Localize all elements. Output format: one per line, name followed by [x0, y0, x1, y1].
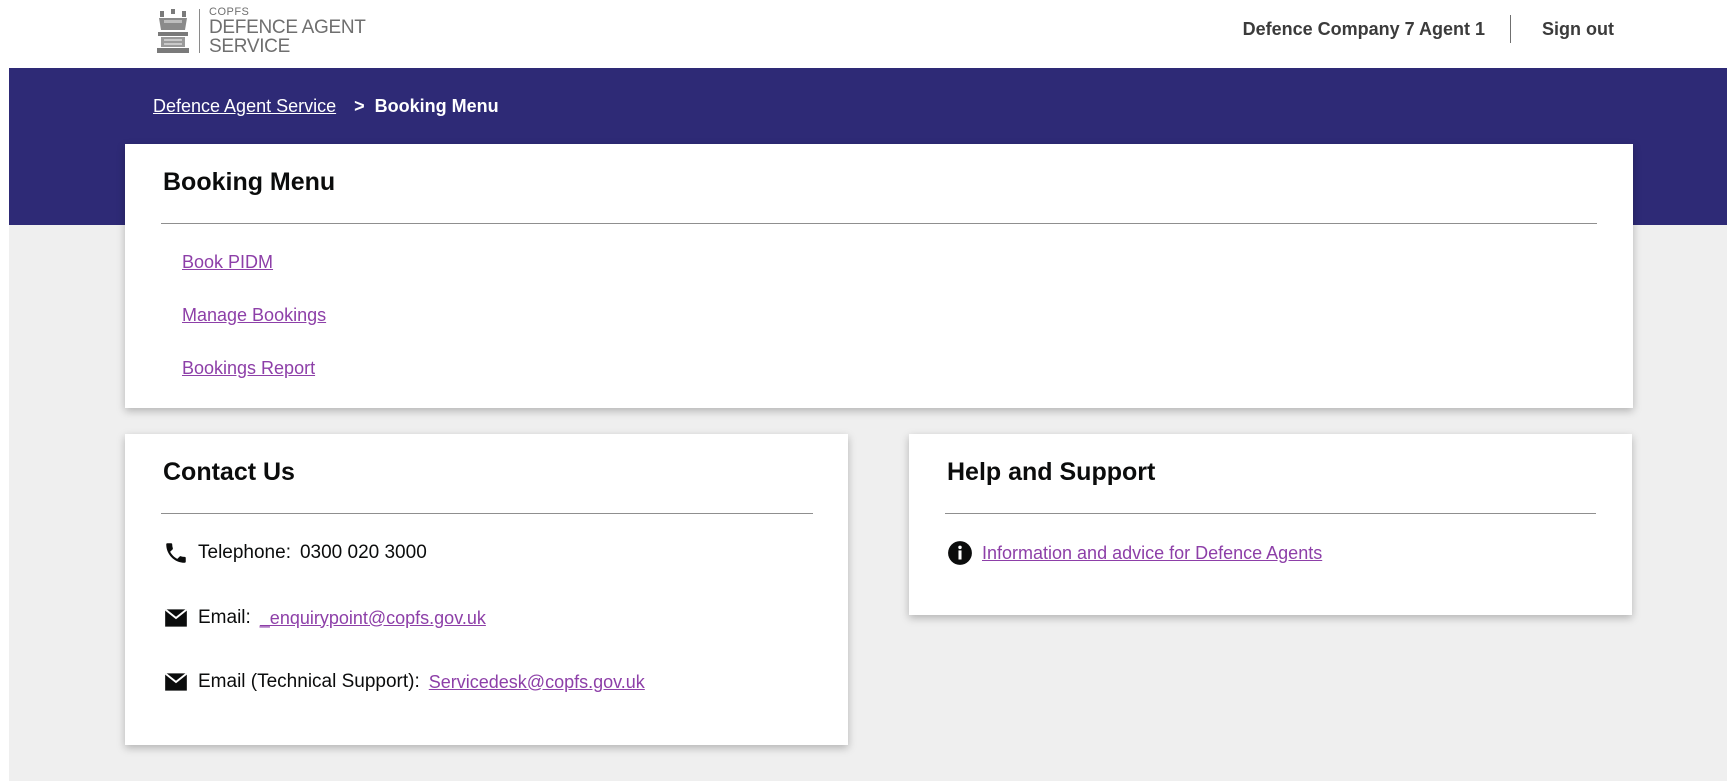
breadcrumb-separator: >	[354, 96, 365, 116]
logo-line-3: SERVICE	[209, 35, 290, 57]
telephone-value: 0300 020 3000	[299, 542, 427, 563]
breadcrumb: Defence Agent Service > Booking Menu	[153, 96, 499, 117]
logo-line-1: COPFS	[209, 5, 250, 18]
breadcrumb-current: Booking Menu	[374, 96, 499, 116]
defence-agents-info-link[interactable]: Information and advice for Defence Agent…	[982, 543, 1322, 564]
sign-out-link[interactable]: Sign out	[1511, 19, 1727, 40]
crest-icon	[157, 9, 189, 53]
info-icon	[948, 541, 972, 565]
phone-icon	[166, 543, 186, 563]
envelope-icon	[164, 608, 188, 627]
help-support-divider	[945, 513, 1596, 514]
contact-email: Email: _enquirypoint@copfs.gov.uk	[162, 605, 486, 631]
logo-text: COPFS DEFENCE AGENT SERVICE	[209, 5, 366, 57]
user-area: Defence Company 7 Agent 1 Sign out	[1243, 14, 1727, 44]
email-label: Email:	[198, 607, 251, 628]
manage-bookings-link[interactable]: Manage Bookings	[182, 305, 326, 326]
booking-menu-card: Booking Menu Book PIDM Manage Bookings B…	[125, 144, 1633, 408]
booking-menu-title: Booking Menu	[163, 168, 336, 196]
booking-menu-divider	[161, 223, 1597, 224]
contact-tech-email: Email (Technical Support): Servicedesk@c…	[162, 669, 645, 695]
book-pidm-link[interactable]: Book PIDM	[182, 252, 273, 273]
bookings-report-link[interactable]: Bookings Report	[182, 358, 315, 379]
telephone-label: Telephone:	[198, 542, 291, 563]
site-logo[interactable]: COPFS DEFENCE AGENT SERVICE	[155, 6, 366, 56]
help-support-card: Help and Support Information and advice …	[909, 434, 1632, 615]
email-link[interactable]: _enquirypoint@copfs.gov.uk	[260, 608, 486, 629]
logo-divider	[199, 9, 200, 53]
tech-email-label: Email (Technical Support):	[198, 671, 420, 692]
contact-us-card: Contact Us Telephone: 0300 020 3000 Emai…	[125, 434, 848, 745]
contact-telephone: Telephone: 0300 020 3000	[162, 540, 427, 566]
user-name: Defence Company 7 Agent 1	[1242, 18, 1486, 39]
tech-email-link[interactable]: Servicedesk@copfs.gov.uk	[429, 672, 645, 693]
contact-us-title: Contact Us	[163, 458, 295, 486]
logo-line-2: DEFENCE AGENT	[209, 16, 366, 38]
help-support-title: Help and Support	[947, 458, 1156, 486]
help-info-row: Information and advice for Defence Agent…	[946, 540, 1322, 566]
contact-us-divider	[161, 513, 813, 514]
breadcrumb-home-link[interactable]: Defence Agent Service	[153, 96, 336, 117]
envelope-icon	[164, 672, 188, 691]
